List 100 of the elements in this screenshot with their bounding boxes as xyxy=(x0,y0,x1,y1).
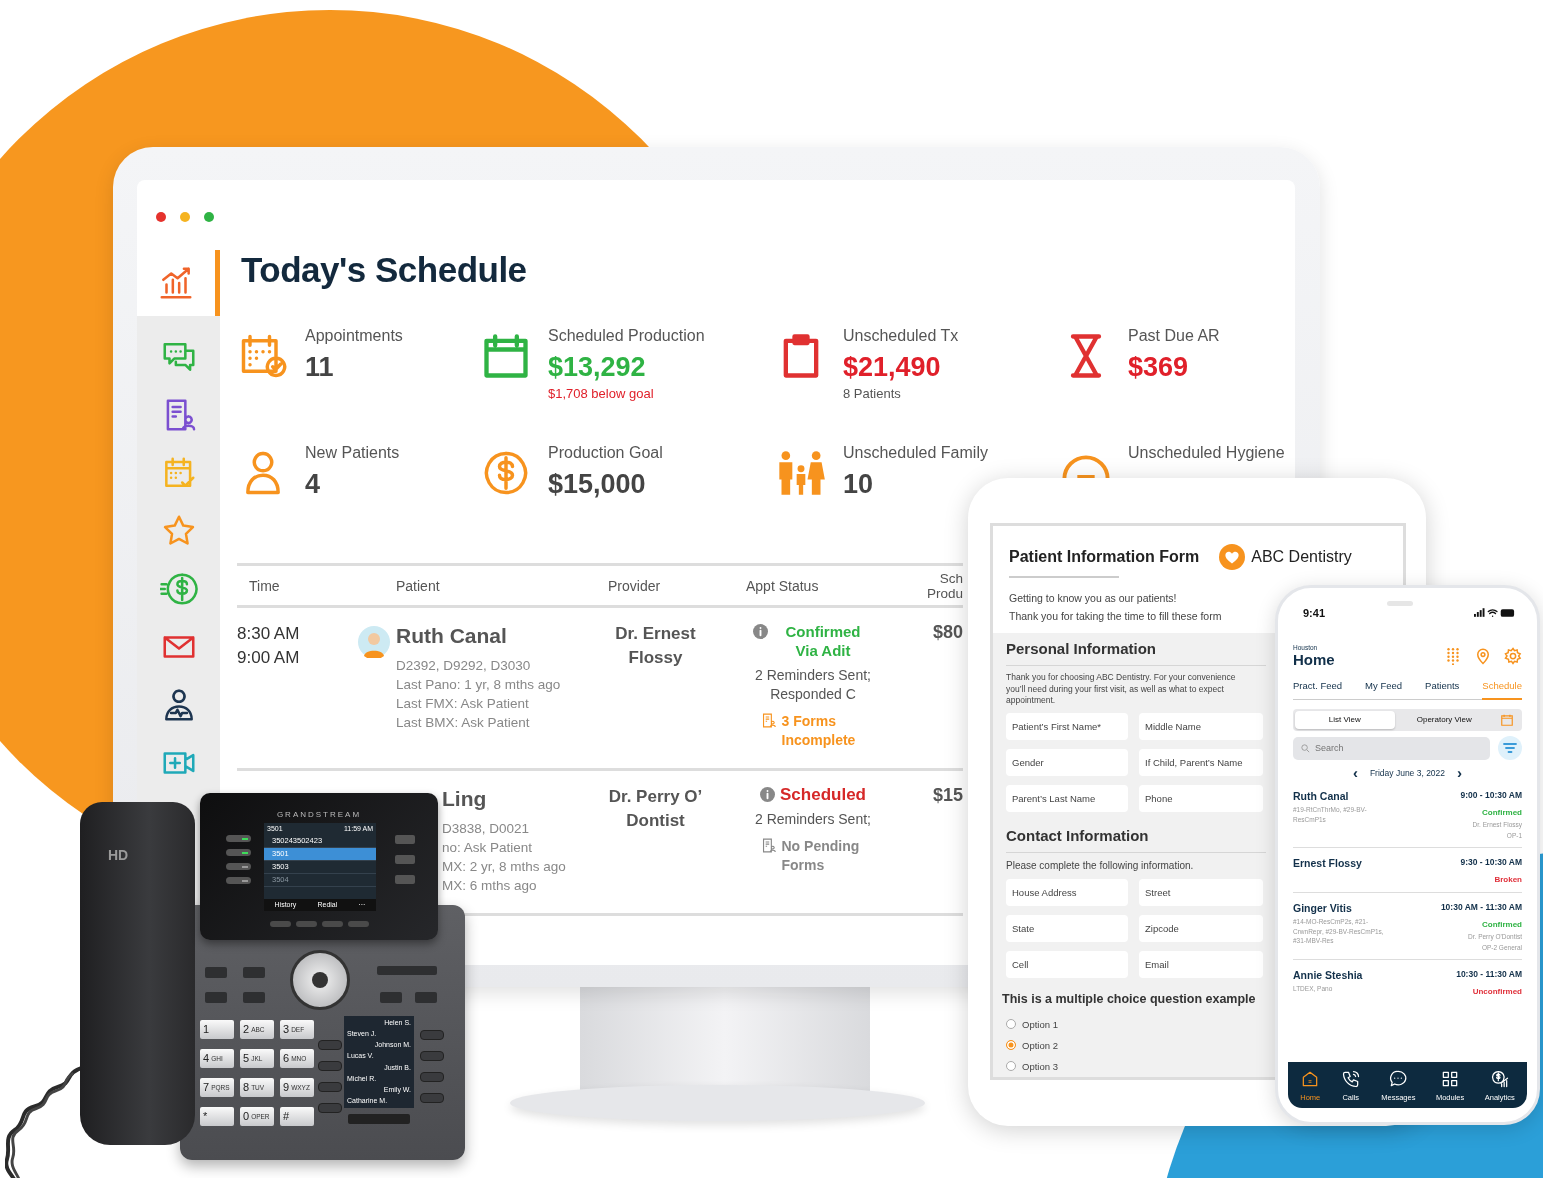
speed-dial-key[interactable] xyxy=(420,1051,444,1061)
patient-name[interactable]: Annie Steshia xyxy=(1293,969,1388,981)
input-field[interactable]: Zipcode xyxy=(1139,914,1263,942)
input-field[interactable]: If Child, Parent’s Name xyxy=(1139,748,1263,776)
page-title: Today's Schedule xyxy=(241,250,528,290)
stat-label: Past Due AR xyxy=(1128,326,1220,346)
soft-key[interactable] xyxy=(322,921,343,927)
patient-name[interactable]: Ruth Canal xyxy=(396,622,561,650)
location-pin-icon[interactable] xyxy=(1474,647,1492,665)
schedule-date: Friday June 3, 2022 xyxy=(1369,767,1446,778)
stat-label: Unscheduled Hygiene xyxy=(1128,443,1285,463)
radio-button[interactable] xyxy=(1006,1061,1016,1071)
calendar-icon[interactable] xyxy=(1500,713,1514,727)
line-key[interactable] xyxy=(226,835,251,842)
handset-label: HD xyxy=(108,847,129,863)
keypad-key[interactable]: * xyxy=(200,1107,234,1126)
appointment-time: 10:30 AM - 11:30 AM xyxy=(1440,902,1522,912)
patient-name[interactable]: Ginger Vitis xyxy=(1293,902,1388,914)
speed-dial-key[interactable] xyxy=(318,1082,342,1092)
radio-option[interactable]: Option 2 xyxy=(1006,1034,1058,1056)
keypad-key[interactable]: 1 xyxy=(200,1020,234,1039)
filter-icon[interactable] xyxy=(1498,736,1522,760)
input-field[interactable]: Parent’s Last Name xyxy=(1006,784,1128,812)
volume-key[interactable] xyxy=(377,966,437,975)
reminders-text: 2 Reminders Sent; xyxy=(754,810,872,829)
radio-button[interactable] xyxy=(1006,1040,1016,1050)
close-dot[interactable] xyxy=(156,212,166,222)
line-key[interactable] xyxy=(226,877,251,884)
tab[interactable]: My Feed xyxy=(1365,680,1403,699)
line-key[interactable] xyxy=(226,863,251,870)
production-amount: $15 xyxy=(932,785,963,807)
column-header[interactable]: Sch Produ xyxy=(908,570,963,601)
tab[interactable]: Pract. Feed xyxy=(1293,680,1343,699)
speed-dial-key[interactable] xyxy=(318,1040,342,1050)
view-option[interactable]: Operatory View xyxy=(1394,711,1494,729)
brand-label: GRANDSTREAM xyxy=(275,810,363,819)
line-key[interactable] xyxy=(226,849,251,856)
input-field[interactable]: Street xyxy=(1139,878,1263,906)
form-intro: Getting to know you as our patients! Thank you for taking the time to fill these form xyxy=(1009,592,1222,622)
section-heading: Contact Information xyxy=(1006,825,1149,846)
input-field[interactable]: Email xyxy=(1139,950,1263,978)
next-day-button[interactable]: › xyxy=(1457,764,1463,781)
dialpad-icon[interactable] xyxy=(1444,647,1462,665)
minimize-dot[interactable] xyxy=(180,212,190,222)
heart-logo-icon xyxy=(1219,544,1246,570)
soft-key[interactable] xyxy=(270,921,291,927)
input-field[interactable]: Cell xyxy=(1006,950,1128,978)
maximize-dot[interactable] xyxy=(204,212,214,222)
handset[interactable]: HD xyxy=(80,802,195,1145)
calls-icon xyxy=(1340,1069,1361,1089)
radio-option[interactable]: Option 1 xyxy=(1006,1013,1058,1035)
speed-dial-key[interactable] xyxy=(420,1072,444,1082)
input-field[interactable]: Phone xyxy=(1139,784,1263,812)
reminders-text: 2 Reminders Sent; Responded C xyxy=(754,666,872,704)
view-option[interactable]: List View xyxy=(1295,711,1395,729)
patient-name[interactable]: Ernest Flossy xyxy=(1293,857,1388,869)
stat-label: Unscheduled Tx xyxy=(843,326,959,346)
radio-button[interactable] xyxy=(1006,1019,1016,1029)
appointment-time: 9:30 - 10:30 AM xyxy=(1460,857,1522,867)
tab[interactable]: Patients xyxy=(1425,680,1460,699)
stat-value: 10 xyxy=(843,468,875,501)
section-description: Thank you for choosing ABC Dentistry. For your convenience you’ll need during your first visit, as well as what to expect appointment. xyxy=(1006,672,1236,707)
patient-name[interactable]: Ruth Canal xyxy=(1293,790,1388,802)
brand-name: ABC Dentistry xyxy=(1251,548,1352,566)
previous-day-button[interactable]: ‹ xyxy=(1352,764,1358,781)
forms-status[interactable]: No Pending Forms xyxy=(781,837,867,875)
speed-dial-key[interactable] xyxy=(318,1103,342,1113)
section-description: Please complete the following information. xyxy=(1006,858,1194,873)
input-field[interactable]: Patient’s First Name* xyxy=(1006,712,1128,740)
column-header[interactable]: Time xyxy=(237,577,358,594)
stat-label: Production Goal xyxy=(548,443,663,463)
soft-key[interactable] xyxy=(296,921,317,927)
stat-value: 11 xyxy=(305,351,335,384)
speed-dial-key[interactable] xyxy=(318,1061,342,1071)
column-header[interactable]: Appt Status xyxy=(718,577,908,594)
stat-note: $1,708 below goal xyxy=(548,386,655,402)
keypad-key[interactable]: # xyxy=(280,1107,314,1126)
input-field[interactable]: Gender xyxy=(1006,748,1128,776)
stat-value: 4 xyxy=(305,468,322,501)
radio-option[interactable]: Option 3 xyxy=(1006,1055,1058,1077)
input-field[interactable]: Middle Name xyxy=(1139,712,1263,740)
screen-title: Home xyxy=(1293,651,1335,668)
input-field[interactable]: State xyxy=(1006,914,1128,942)
patient-name[interactable]: Ling xyxy=(442,785,566,813)
search-icon xyxy=(1300,742,1311,754)
input-field[interactable]: House Address xyxy=(1006,878,1128,906)
settings-icon[interactable] xyxy=(1504,647,1522,665)
appointment-time: 10:30 - 11:30 AM xyxy=(1456,969,1522,979)
patient-details: D2392, D9292, D3030 Last Pano: 1 yr, 8 mths ago Last FMX: Ask Patient Last BMX: Ask Patient xyxy=(396,657,561,732)
column-header[interactable]: Patient xyxy=(358,577,593,594)
stat-note: 8 Patients xyxy=(843,386,902,402)
stat-value: $21,490 xyxy=(843,351,942,384)
speed-dial-key[interactable] xyxy=(420,1093,444,1103)
column-header[interactable]: Provider xyxy=(593,577,718,594)
info-icon xyxy=(760,787,775,802)
status-time: 9:41 xyxy=(1303,607,1326,619)
speed-dial-key[interactable] xyxy=(420,1030,444,1040)
soft-key[interactable] xyxy=(348,921,369,927)
appointment-time: 8:30 AM 9:00 AM xyxy=(237,623,300,669)
search-field[interactable]: Search xyxy=(1293,736,1490,760)
